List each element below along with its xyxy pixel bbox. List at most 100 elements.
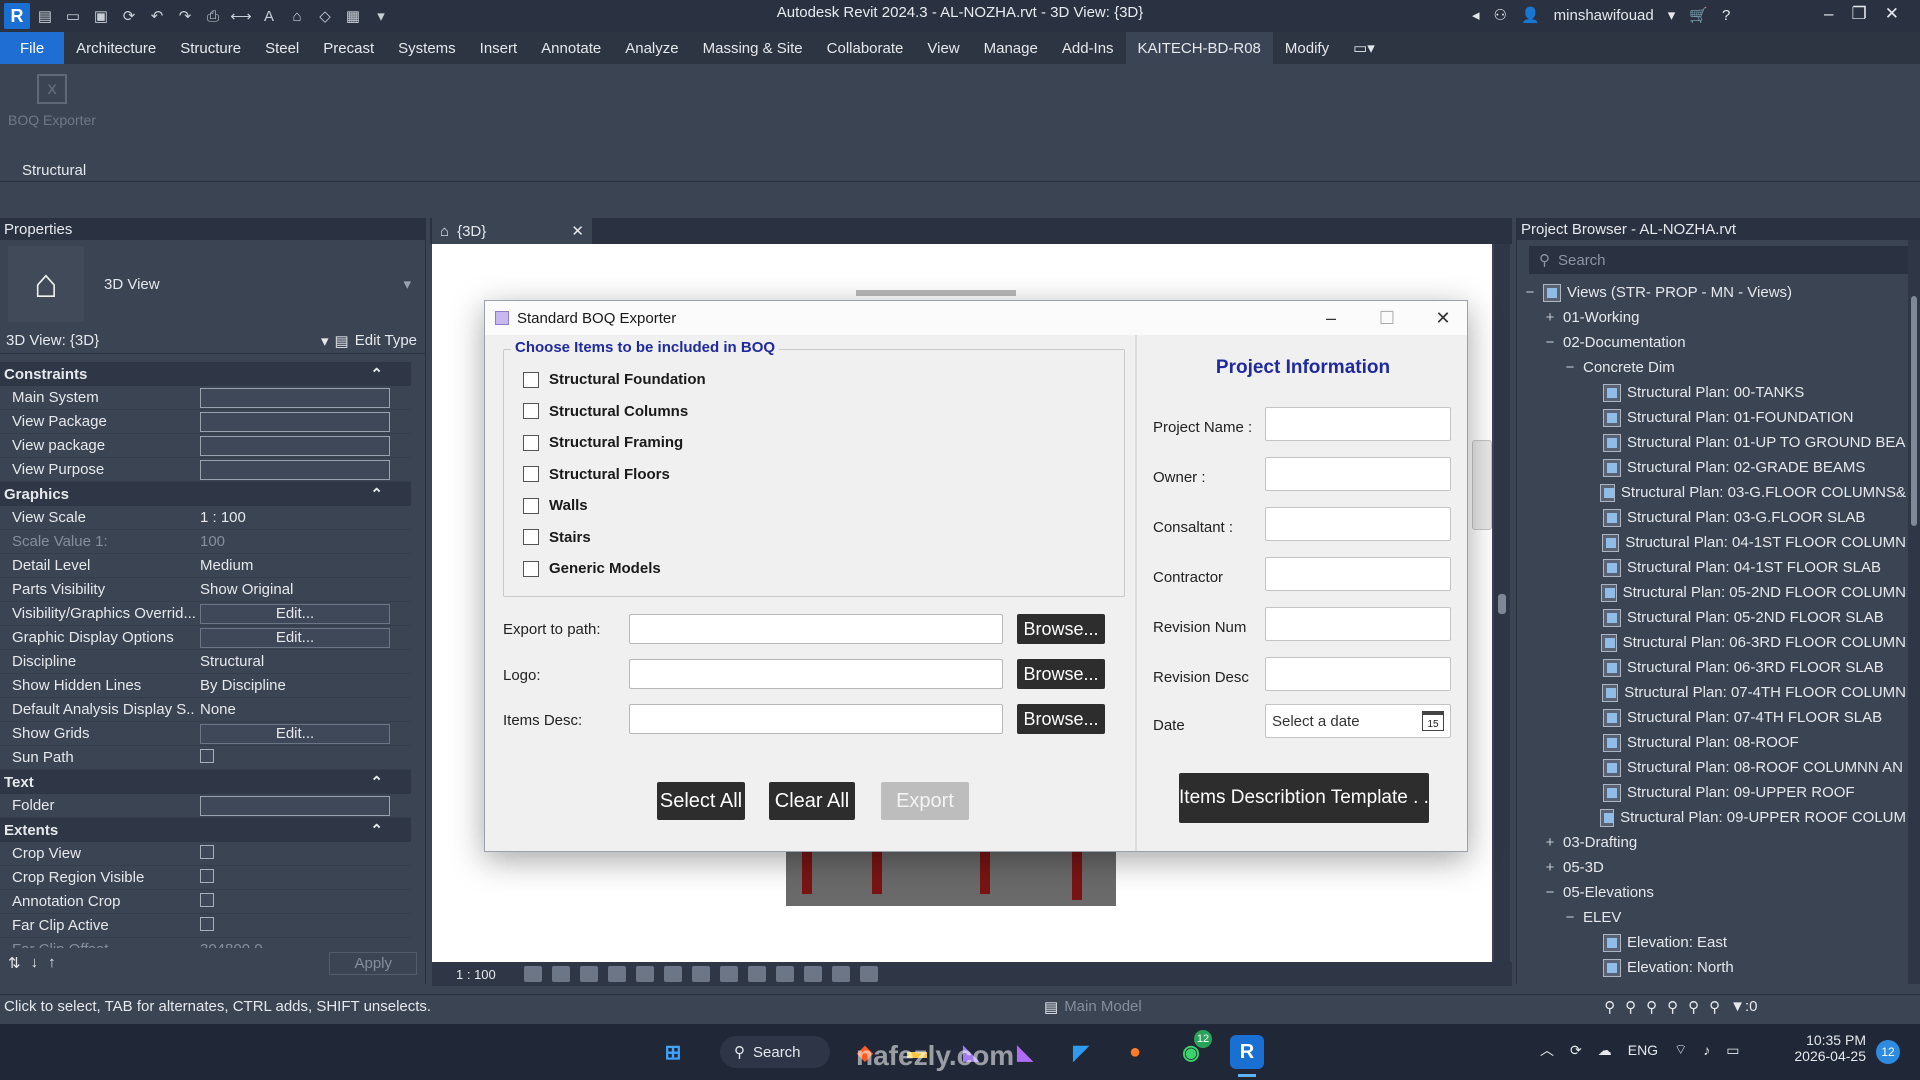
notification-badge[interactable]: 12 bbox=[1876, 1040, 1900, 1064]
tree-item[interactable]: Structural Plan: 09-UPPER ROOF COLUM bbox=[1523, 805, 1906, 830]
property-value[interactable] bbox=[196, 459, 411, 480]
windows-icon[interactable]: ▦ bbox=[340, 4, 366, 28]
property-value[interactable] bbox=[196, 795, 411, 816]
category-extents[interactable]: Extents ⌃ bbox=[0, 818, 411, 842]
sort-asc-icon[interactable]: ↓ bbox=[31, 954, 39, 972]
render-icon[interactable] bbox=[635, 966, 654, 982]
expand-toggle-icon[interactable]: + bbox=[1543, 859, 1557, 876]
tree-item[interactable]: Structural Plan: 03-G.FLOOR SLAB bbox=[1523, 505, 1906, 530]
revit-logo-icon[interactable]: R bbox=[4, 3, 30, 29]
dialog-close-icon[interactable]: ✕ bbox=[1419, 301, 1467, 335]
project-field-input[interactable] bbox=[1265, 607, 1451, 641]
print-icon[interactable]: ⎙ bbox=[200, 4, 226, 28]
edit-button[interactable]: Edit... bbox=[200, 627, 390, 648]
tree-item[interactable]: Structural Plan: 08-ROOF COLUMNN AN bbox=[1523, 755, 1906, 780]
restore-icon[interactable]: ❐ bbox=[1851, 4, 1866, 24]
property-value[interactable]: By Discipline bbox=[196, 677, 411, 694]
property-value[interactable] bbox=[196, 435, 411, 456]
tree-item[interactable]: +05-3D bbox=[1523, 855, 1906, 880]
close-tab-icon[interactable]: ✕ bbox=[571, 222, 584, 240]
logo-input[interactable] bbox=[629, 659, 1003, 689]
tree-item[interactable]: Elevation: North bbox=[1523, 955, 1906, 980]
project-field-input[interactable] bbox=[1265, 407, 1451, 441]
property-value[interactable] bbox=[196, 411, 411, 432]
scroll-thumb[interactable] bbox=[1911, 296, 1917, 526]
taskbar-search[interactable]: ⚲ Search bbox=[720, 1036, 830, 1068]
property-checkbox[interactable] bbox=[200, 892, 214, 907]
tree-item[interactable]: Structural Plan: 01-UP TO GROUND BEA bbox=[1523, 430, 1906, 455]
checkbox[interactable] bbox=[523, 560, 539, 577]
ribbon-tab-kaitech-bd-r08[interactable]: KAITECH-BD-R08 bbox=[1125, 32, 1273, 64]
checkbox[interactable] bbox=[523, 529, 539, 545]
section-icon[interactable]: ◇ bbox=[312, 4, 338, 28]
active-model[interactable]: Main Model bbox=[1064, 998, 1324, 1015]
expand-toggle-icon[interactable]: − bbox=[1563, 359, 1577, 376]
ribbon-tab-add-ins[interactable]: Add-Ins bbox=[1050, 32, 1126, 64]
type-dropdown-icon[interactable]: ▾ bbox=[403, 275, 411, 293]
browse-logo-button[interactable]: Browse... bbox=[1017, 659, 1105, 689]
open-folder-icon[interactable]: ▭ bbox=[60, 4, 86, 28]
property-checkbox[interactable] bbox=[200, 868, 214, 883]
collapse-icon[interactable]: ⌃ bbox=[370, 821, 383, 839]
export-button[interactable]: Export bbox=[881, 782, 969, 820]
calendar-icon[interactable]: 15 bbox=[1422, 711, 1444, 731]
chevron-down-icon[interactable]: ▾ bbox=[321, 332, 329, 350]
boq-item-checkbox[interactable]: Structural Columns bbox=[523, 403, 688, 420]
property-value[interactable]: Edit... bbox=[196, 627, 411, 648]
property-checkbox[interactable] bbox=[200, 916, 214, 931]
tree-item[interactable]: Structural Plan: 04-1ST FLOOR SLAB bbox=[1523, 555, 1906, 580]
property-value[interactable]: Show Original bbox=[196, 581, 411, 598]
ribbon-tab-architecture[interactable]: Architecture bbox=[64, 32, 168, 64]
ribbon-options-icon[interactable]: ▭▾ bbox=[1341, 32, 1387, 64]
property-value[interactable]: Medium bbox=[196, 557, 411, 574]
tree-item[interactable]: Structural Plan: 07-4TH FLOOR SLAB bbox=[1523, 705, 1906, 730]
selection-icons[interactable]: ⚲⚲⚲⚲⚲⚲ bbox=[1604, 998, 1730, 1016]
project-field-input[interactable] bbox=[1265, 557, 1451, 591]
worksharing-icon[interactable] bbox=[803, 966, 822, 982]
ribbon-tab-collaborate[interactable]: Collaborate bbox=[815, 32, 916, 64]
project-field-input[interactable] bbox=[1265, 457, 1451, 491]
expand-toggle-icon[interactable]: + bbox=[1543, 309, 1557, 326]
property-value[interactable]: 100 bbox=[196, 533, 411, 550]
analytical-model-icon[interactable] bbox=[831, 966, 850, 982]
filter-icon[interactable]: ▼ bbox=[1730, 998, 1745, 1015]
checkbox[interactable] bbox=[523, 497, 539, 514]
ribbon-tab-steel[interactable]: Steel bbox=[253, 32, 311, 64]
windows-start-icon[interactable]: ⊞ bbox=[656, 1035, 690, 1069]
ribbon-tab-structure[interactable]: Structure bbox=[168, 32, 253, 64]
apply-button[interactable]: Apply bbox=[329, 951, 417, 975]
3d-view-icon[interactable]: ⌂ bbox=[284, 4, 310, 28]
view-tab-3d[interactable]: ⌂ {3D} ✕ bbox=[432, 218, 592, 244]
tree-item[interactable]: Structural Plan: 00-TANKS bbox=[1523, 380, 1906, 405]
clock[interactable]: 10:35 PM 2026-04-25 bbox=[1786, 1032, 1866, 1064]
property-value[interactable] bbox=[196, 748, 411, 767]
sync-tray-icon[interactable]: ⟳ bbox=[1570, 1042, 1582, 1059]
lock-view-icon[interactable] bbox=[719, 966, 738, 982]
cloud-icon[interactable]: ☁ bbox=[1598, 1042, 1612, 1059]
checkbox[interactable] bbox=[523, 403, 539, 419]
ribbon-tab-view[interactable]: View bbox=[915, 32, 971, 64]
shadows-icon[interactable] bbox=[607, 966, 626, 982]
export-path-input[interactable] bbox=[629, 614, 1003, 644]
customize-qat-icon[interactable]: ▾ bbox=[368, 4, 394, 28]
tree-item[interactable]: −02-Documentation bbox=[1523, 330, 1906, 355]
tree-item[interactable]: Structural Plan: 01-FOUNDATION bbox=[1523, 405, 1906, 430]
close-icon[interactable]: ✕ bbox=[1885, 4, 1899, 24]
items-desc-input[interactable] bbox=[629, 704, 1003, 734]
navigation-bar[interactable] bbox=[1472, 440, 1492, 530]
boq-exporter-tool[interactable]: X BOQ Exporter bbox=[6, 74, 98, 128]
checkbox[interactable] bbox=[523, 371, 539, 388]
browser-search[interactable]: ⚲ Search bbox=[1529, 246, 1910, 274]
category-constraints[interactable]: Constraints ⌃ bbox=[0, 362, 411, 386]
vscode-icon[interactable]: ◤ bbox=[1064, 1035, 1098, 1069]
undo-icon[interactable]: ↶ bbox=[144, 4, 170, 28]
project-field-input[interactable] bbox=[1265, 507, 1451, 541]
edit-type-button[interactable]: Edit Type bbox=[355, 332, 417, 349]
ribbon-tab-precast[interactable]: Precast bbox=[311, 32, 386, 64]
project-field-input[interactable] bbox=[1265, 657, 1451, 691]
checkbox[interactable] bbox=[523, 466, 539, 482]
ribbon-tab-manage[interactable]: Manage bbox=[972, 32, 1050, 64]
ribbon-tab-modify[interactable]: Modify bbox=[1273, 32, 1341, 64]
highlight-icon[interactable] bbox=[859, 966, 878, 982]
binoculars-icon[interactable]: ⚇ bbox=[1494, 6, 1507, 24]
